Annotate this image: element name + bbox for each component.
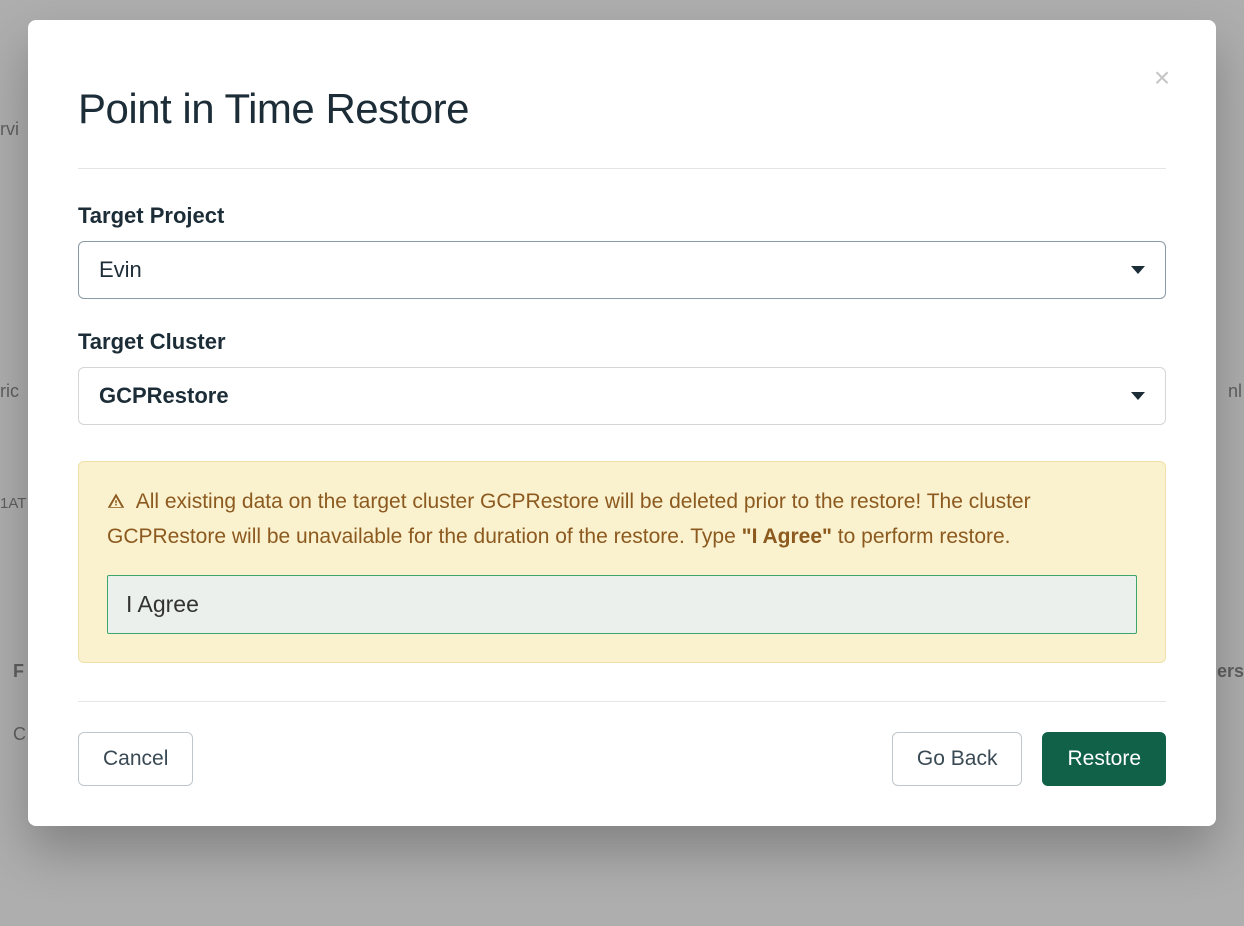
target-cluster-select[interactable]: GCPRestore xyxy=(78,367,1166,425)
modal-title: Point in Time Restore xyxy=(78,85,1166,133)
target-cluster-value: GCPRestore xyxy=(99,383,229,409)
target-project-field: Target Project Evin xyxy=(78,203,1166,299)
target-cluster-label: Target Cluster xyxy=(78,329,1166,355)
modal-footer: Cancel Go Back Restore xyxy=(78,732,1166,786)
footer-right-group: Go Back Restore xyxy=(892,732,1166,786)
close-button[interactable]: × xyxy=(1148,64,1176,92)
divider xyxy=(78,168,1166,169)
warning-text-bold: "I Agree" xyxy=(742,525,832,548)
warning-text: All existing data on the target cluster … xyxy=(107,486,1137,553)
restore-button[interactable]: Restore xyxy=(1042,732,1166,786)
cancel-button[interactable]: Cancel xyxy=(78,732,193,786)
warning-icon xyxy=(107,488,125,521)
close-icon: × xyxy=(1154,62,1170,94)
go-back-button[interactable]: Go Back xyxy=(892,732,1023,786)
target-project-label: Target Project xyxy=(78,203,1166,229)
warning-text-after: to perform restore. xyxy=(832,525,1011,548)
target-cluster-field: Target Cluster GCPRestore xyxy=(78,329,1166,425)
target-project-select[interactable]: Evin xyxy=(78,241,1166,299)
restore-modal: × Point in Time Restore Target Project E… xyxy=(28,20,1216,826)
chevron-down-icon xyxy=(1131,266,1145,274)
agree-input[interactable] xyxy=(107,575,1137,634)
chevron-down-icon xyxy=(1131,392,1145,400)
target-project-value: Evin xyxy=(99,257,142,283)
warning-box: All existing data on the target cluster … xyxy=(78,461,1166,663)
divider xyxy=(78,701,1166,702)
